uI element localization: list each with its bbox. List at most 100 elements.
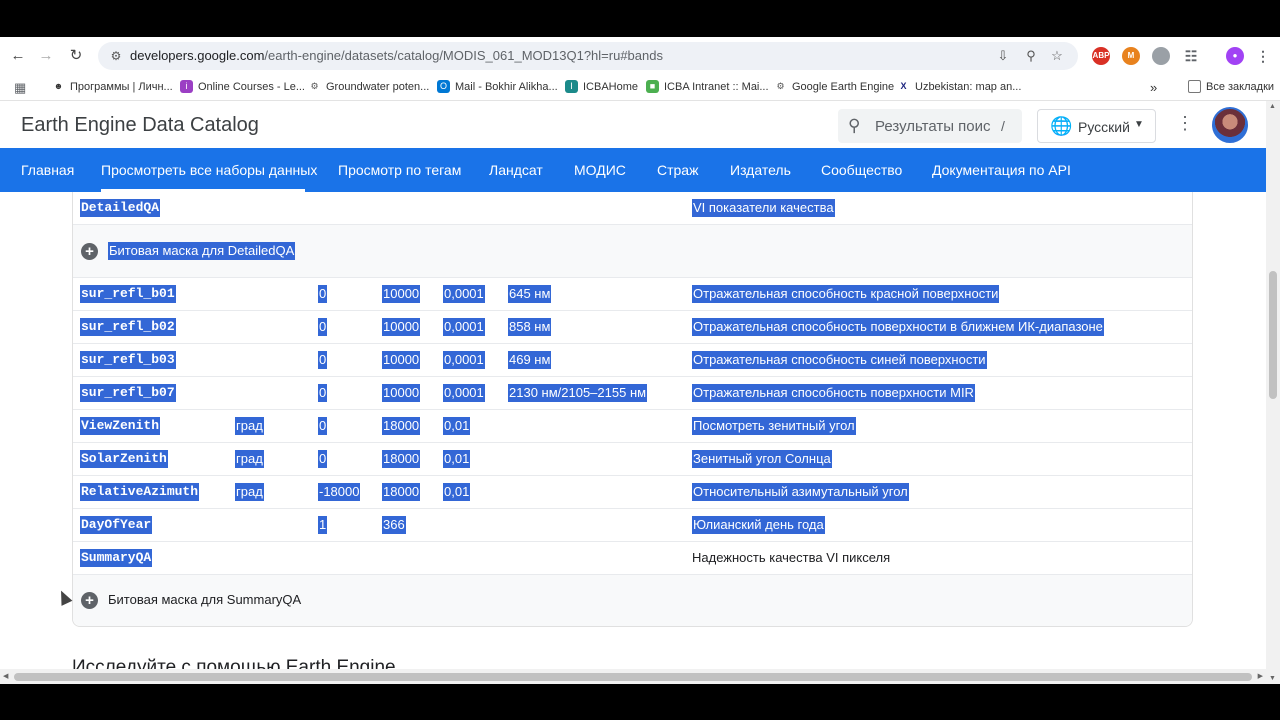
search-input[interactable]: ⚲ Результаты поис /	[838, 109, 1022, 143]
back-icon[interactable]: ←	[8, 46, 28, 66]
url-host: developers.google.com	[130, 48, 265, 63]
zoom-icon[interactable]: ⚲	[1022, 47, 1040, 65]
bookmark-item[interactable]: X Uzbekistan: map an...	[897, 80, 1021, 93]
reload-icon[interactable]: ↻	[66, 46, 86, 66]
language-label: Русский	[1078, 119, 1130, 135]
tab-modis[interactable]: МОДИС	[574, 162, 626, 178]
band-name: SummaryQA	[80, 549, 153, 567]
expand-plus-icon[interactable]: +	[81, 243, 98, 260]
extensions-puzzle-icon[interactable]: ☷	[1182, 47, 1200, 65]
band-min: -18000	[318, 483, 361, 501]
band-name: sur_refl_b07	[80, 384, 176, 402]
intranet-icon: ■	[646, 80, 659, 93]
band-wavelength: 645 нм	[508, 285, 552, 303]
band-description: Посмотреть зенитный угол	[692, 417, 856, 435]
bookmark-label: Программы | Личн...	[70, 80, 173, 93]
bitmask-row-detailedqa[interactable]: + Битовая маска для DetailedQA	[73, 225, 1192, 278]
scroll-left-icon[interactable]: ◀	[3, 672, 8, 680]
band-min: 0	[318, 417, 328, 435]
band-name: DayOfYear	[80, 516, 153, 534]
adblock-extension-icon[interactable]: ABP	[1092, 47, 1110, 65]
bitmask-label[interactable]: Битовая маска для DetailedQA	[108, 242, 296, 260]
bands-table: DetailedQA VI показатели качества + Бито…	[72, 192, 1193, 627]
band-min: 0	[318, 318, 328, 336]
band-min: 0	[318, 384, 328, 402]
browser-menu-icon[interactable]: ⋮	[1254, 47, 1272, 65]
band-description: Отражательная способность поверхности MI…	[692, 384, 975, 402]
omnibox[interactable]: ⚙ developers.google.com/earth-engine/dat…	[98, 42, 1078, 70]
bookmark-item[interactable]: I ICBAHome	[565, 80, 638, 93]
table-row: RelativeAzimuth град -18000 18000 0,01 О…	[73, 476, 1192, 509]
band-min: 0	[318, 285, 328, 303]
band-scale: 0,01	[443, 417, 471, 435]
bookmarks-overflow-button[interactable]: »	[1150, 80, 1157, 95]
apps-grid-icon[interactable]: ▦	[14, 80, 26, 96]
bookmark-item[interactable]: ⚙ Groundwater poten...	[308, 80, 429, 93]
band-description: Зенитный угол Солнца	[692, 450, 832, 468]
bookmark-item[interactable]: O Mail - Bokhir Alikha...	[437, 80, 558, 93]
scroll-up-icon[interactable]: ▲	[1269, 103, 1276, 110]
tab-landsat[interactable]: Ландсат	[489, 162, 543, 178]
scrollbar-thumb[interactable]	[1269, 271, 1277, 399]
band-name: SolarZenith	[80, 450, 168, 468]
bookmark-item[interactable]: ■ ICBA Intranet :: Mai...	[646, 80, 769, 93]
band-max: 366	[382, 516, 406, 534]
outlook-icon: O	[437, 80, 450, 93]
tab-tags[interactable]: Просмотр по тегам	[338, 162, 461, 178]
star-icon[interactable]: ☆	[1048, 47, 1066, 65]
vertical-scrollbar[interactable]: ▲ ▼	[1266, 101, 1280, 684]
band-wavelength: 858 нм	[508, 318, 552, 336]
language-selector[interactable]: 🌐 Русский ▼	[1037, 109, 1156, 143]
site-info-icon[interactable]: ⚙	[108, 48, 124, 64]
search-icon: ⚲	[848, 116, 861, 135]
band-max: 10000	[382, 285, 421, 303]
url-text[interactable]: developers.google.com/earth-engine/datas…	[130, 48, 663, 63]
bookmark-item[interactable]: i Online Courses - Le...	[180, 80, 305, 93]
band-max: 10000	[382, 318, 421, 336]
band-name: sur_refl_b03	[80, 351, 176, 369]
band-description: Отражательная способность поверхности в …	[692, 318, 1104, 336]
folder-icon	[1188, 80, 1201, 93]
forward-icon[interactable]: →	[36, 46, 56, 66]
scroll-right-icon[interactable]: ▶	[1258, 672, 1263, 680]
shield-extension-icon[interactable]	[1152, 47, 1170, 65]
scroll-down-icon[interactable]: ▼	[1269, 675, 1276, 682]
browser-window: ← → ↻ ⚙ developers.google.com/earth-engi…	[0, 37, 1280, 684]
tab-sentinel[interactable]: Страж	[657, 162, 698, 178]
horizontal-scrollbar[interactable]: ◀ ▶	[0, 669, 1266, 684]
tab-all-datasets[interactable]: Просмотреть все наборы данных	[101, 162, 317, 178]
install-icon[interactable]: ⇩	[994, 47, 1012, 65]
all-bookmarks-button[interactable]: Все закладки	[1188, 80, 1274, 93]
bitmask-label[interactable]: Битовая маска для SummaryQA	[108, 591, 301, 609]
avatar[interactable]	[1212, 107, 1248, 143]
bookmark-item[interactable]: ⚙ Google Earth Engine	[774, 80, 894, 93]
tab-community[interactable]: Сообщество	[821, 162, 902, 178]
table-row: sur_refl_b01 0 10000 0,0001 645 нм Отраж…	[73, 278, 1192, 311]
band-description: Относительный азимутальный угол	[692, 483, 909, 501]
band-units: град	[235, 483, 264, 501]
more-options-icon[interactable]: ⋮	[1176, 113, 1194, 134]
bookmark-item[interactable]: ☻ Программы | Личн...	[52, 80, 173, 93]
globe-icon: 🌐	[1050, 116, 1073, 136]
band-min: 0	[318, 351, 328, 369]
metamask-extension-icon[interactable]: M	[1122, 47, 1140, 65]
bitmask-row-summaryqa[interactable]: + Битовая маска для SummaryQA	[73, 575, 1192, 626]
icba-icon: I	[565, 80, 578, 93]
tab-home[interactable]: Главная	[21, 162, 74, 178]
site-title[interactable]: Earth Engine Data Catalog	[21, 114, 259, 137]
band-description: Отражательная способность красной поверх…	[692, 285, 1000, 303]
bookmark-label: ICBAHome	[583, 80, 639, 93]
profile-icon[interactable]: ●	[1226, 47, 1244, 65]
scrollbar-thumb[interactable]	[14, 673, 1252, 681]
mouse-cursor-icon	[55, 588, 73, 606]
band-min: 0	[318, 450, 328, 468]
band-wavelength: 469 нм	[508, 351, 552, 369]
tab-publisher[interactable]: Издатель	[730, 162, 791, 178]
expand-plus-icon[interactable]: +	[81, 592, 98, 609]
band-description: VI показатели качества	[692, 199, 835, 217]
band-name: sur_refl_b02	[80, 318, 176, 336]
band-name: RelativeAzimuth	[80, 483, 200, 501]
band-scale: 0,0001	[443, 351, 485, 369]
table-row: SolarZenith град 0 18000 0,01 Зенитный у…	[73, 443, 1192, 476]
tab-api-docs[interactable]: Документация по API	[932, 162, 1071, 178]
